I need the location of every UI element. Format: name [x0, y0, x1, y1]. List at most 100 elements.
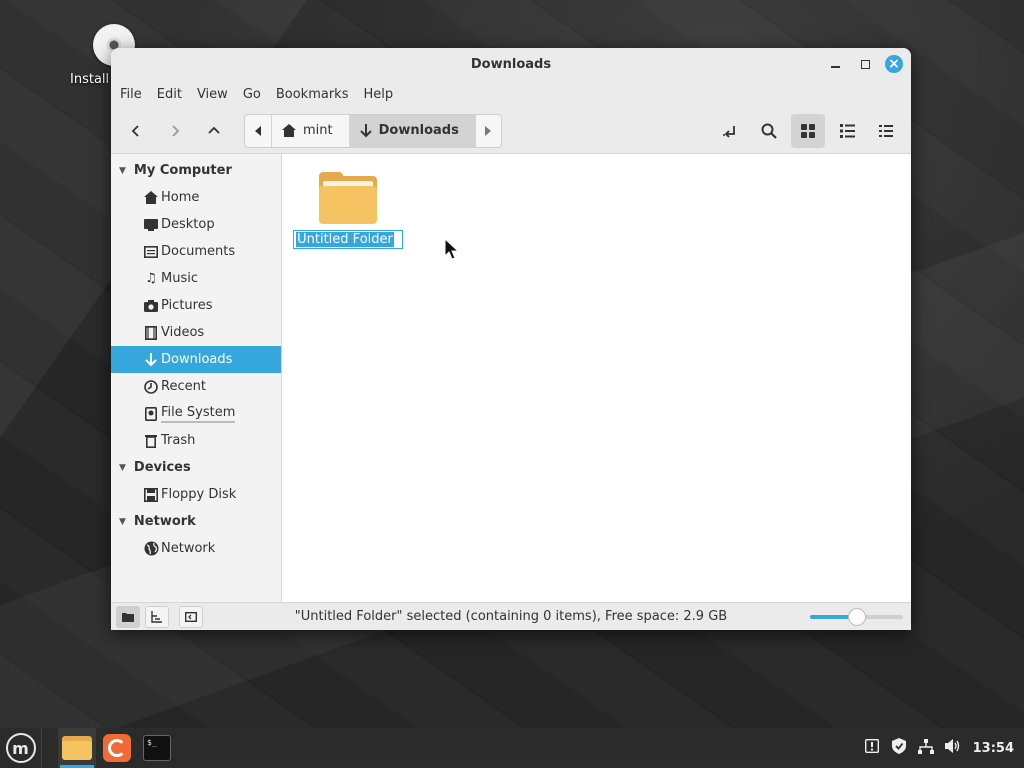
show-tree-button[interactable] — [145, 605, 169, 628]
update-manager-icon[interactable] — [863, 738, 881, 757]
menu-file[interactable]: File — [120, 87, 142, 102]
crumb-label: mint — [303, 123, 333, 138]
camera-icon — [141, 299, 161, 312]
drive-icon — [141, 406, 161, 421]
section-devices[interactable]: ▼ Devices — [111, 454, 281, 481]
search-button[interactable] — [752, 114, 786, 148]
sidebar-item-floppy-disk[interactable]: Floppy Disk — [111, 481, 281, 508]
menu-go[interactable]: Go — [243, 87, 261, 102]
film-icon — [141, 325, 161, 340]
sidebar-item-pictures[interactable]: Pictures — [111, 292, 281, 319]
sidebar-item-label: Documents — [161, 244, 236, 259]
sidebar-item-label: Music — [161, 271, 198, 286]
taskbar-terminal-button[interactable]: $_ — [138, 728, 176, 768]
crumb-label: Downloads — [378, 123, 459, 138]
grid-view-icon — [801, 124, 815, 138]
location-toggle-icon — [723, 126, 735, 138]
tree-icon — [151, 610, 162, 623]
sidebar-item-music[interactable]: ♫ Music — [111, 265, 281, 292]
sidebar-item-home[interactable]: Home — [111, 184, 281, 211]
sidebar-item-label: Network — [161, 541, 216, 556]
section-title: My Computer — [133, 163, 232, 178]
network-icon[interactable] — [917, 738, 935, 758]
chevron-right-icon — [172, 124, 180, 137]
list-view-icon — [839, 124, 855, 138]
minimize-icon — [830, 66, 840, 68]
desktop-icon — [141, 218, 161, 231]
sidebar-item-videos[interactable]: Videos — [111, 319, 281, 346]
rename-field[interactable]: Untitled Folder — [293, 230, 403, 249]
pathbar-scroll-right[interactable] — [474, 114, 501, 147]
home-icon — [282, 124, 296, 137]
sidebar-item-documents[interactable]: Documents — [111, 238, 281, 265]
system-tray: 13:54 — [863, 728, 1014, 768]
crumb-mint[interactable]: mint — [271, 114, 349, 147]
firefox-icon — [103, 734, 131, 762]
home-icon — [141, 191, 161, 204]
menubar: File Edit View Go Bookmarks Help — [111, 80, 911, 108]
chevron-left-icon — [131, 124, 139, 137]
folder-name: Untitled Folder — [296, 232, 394, 247]
sidebar-item-label: Downloads — [161, 352, 233, 367]
pathbar-scroll-left[interactable] — [245, 115, 271, 147]
sidebar-item-file-system[interactable]: File System — [111, 400, 281, 427]
sidebar-item-recent[interactable]: Recent — [111, 373, 281, 400]
clock[interactable]: 13:54 — [973, 741, 1014, 756]
sidebar-item-trash[interactable]: Trash — [111, 427, 281, 454]
hide-sidebar-button[interactable] — [179, 605, 203, 628]
taskbar-firefox-button[interactable] — [98, 728, 136, 768]
forward-button[interactable] — [158, 114, 192, 148]
shield-icon[interactable] — [890, 738, 908, 758]
chevron-up-icon — [208, 126, 220, 134]
up-button[interactable] — [197, 114, 231, 148]
list-view-button[interactable] — [830, 114, 864, 148]
sidebar-item-label: Recent — [161, 379, 206, 394]
menu-edit[interactable]: Edit — [157, 87, 182, 102]
statusbar: "Untitled Folder" selected (containing 0… — [111, 602, 911, 630]
toolbar: mint Downloads — [111, 108, 911, 154]
icon-view-button[interactable] — [791, 114, 825, 148]
close-button[interactable]: × — [885, 55, 903, 73]
sidebar-item-desktop[interactable]: Desktop — [111, 211, 281, 238]
zoom-slider-handle[interactable] — [847, 608, 866, 626]
file-manager-window: Downloads × File Edit View Go Bookmarks … — [111, 48, 911, 630]
folder-item[interactable]: Untitled Folder — [292, 172, 404, 249]
toggle-location-button[interactable] — [713, 114, 747, 148]
clock-icon — [141, 379, 161, 394]
start-menu-button[interactable]: m — [0, 728, 42, 768]
folder-icon — [62, 736, 92, 760]
expander-icon: ▼ — [119, 165, 126, 176]
maximize-button[interactable] — [855, 54, 875, 74]
sidebar-toggle-icon — [185, 611, 197, 622]
sidebar-item-label: Trash — [161, 433, 196, 448]
zoom-slider[interactable] — [810, 608, 903, 626]
taskbar-files-button[interactable] — [58, 728, 96, 768]
compact-view-button[interactable] — [869, 114, 903, 148]
crumb-downloads[interactable]: Downloads — [348, 114, 475, 147]
section-network[interactable]: ▼ Network — [111, 508, 281, 535]
close-icon: × — [888, 56, 900, 72]
menu-view[interactable]: View — [197, 87, 228, 102]
search-icon — [761, 123, 777, 139]
documents-icon — [141, 245, 161, 258]
maximize-icon — [860, 59, 870, 69]
menu-bookmarks[interactable]: Bookmarks — [276, 87, 349, 102]
sidebar-item-network[interactable]: Network — [111, 535, 281, 562]
section-title: Devices — [133, 460, 191, 475]
mint-logo-icon: m — [5, 733, 36, 763]
download-icon — [141, 352, 161, 367]
expander-icon: ▼ — [119, 462, 126, 473]
section-title: Network — [133, 514, 196, 529]
volume-icon[interactable] — [944, 739, 962, 757]
show-places-button[interactable] — [116, 605, 140, 628]
file-view[interactable]: Untitled Folder — [282, 154, 911, 602]
section-my-computer[interactable]: ▼ My Computer — [111, 157, 281, 184]
sidebar-item-label: File System — [161, 405, 236, 423]
sidebar-item-downloads[interactable]: Downloads — [111, 346, 281, 373]
sidebar-item-label: Pictures — [161, 298, 213, 313]
floppy-icon — [141, 487, 161, 502]
minimize-button[interactable] — [825, 54, 845, 74]
menu-help[interactable]: Help — [363, 87, 393, 102]
titlebar[interactable]: Downloads × — [111, 48, 911, 80]
back-button[interactable] — [119, 114, 153, 148]
